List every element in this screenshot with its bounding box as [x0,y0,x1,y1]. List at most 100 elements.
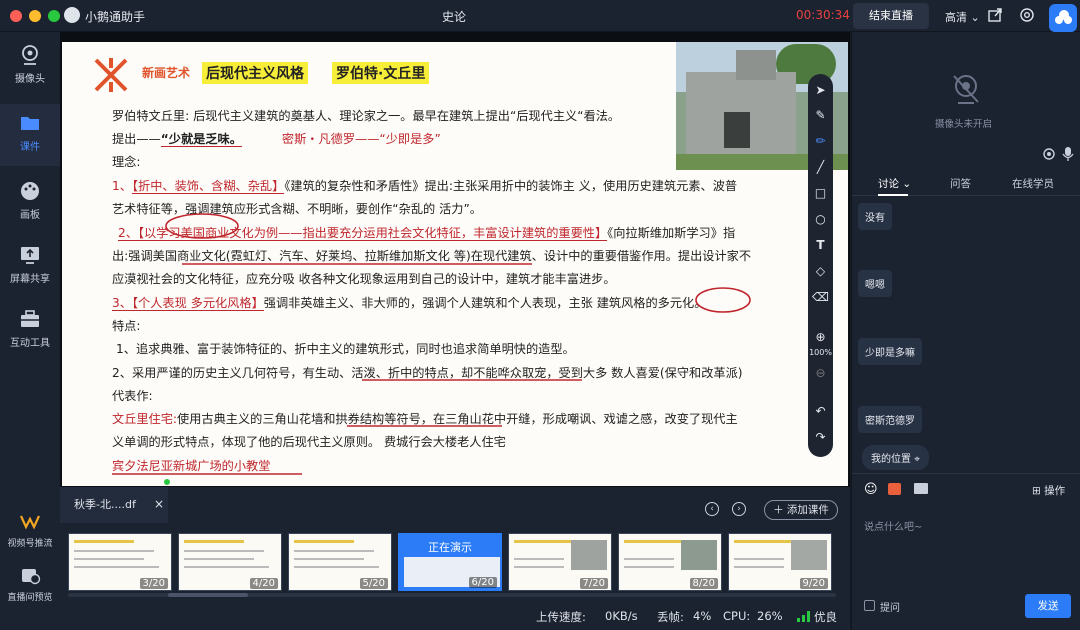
add-courseware-button[interactable]: ＋ 添加课件 [764,500,838,520]
delete-tool-icon[interactable]: ⌫ [808,290,833,304]
chevron-down-icon: ⌄ [970,11,980,24]
text-tool-icon[interactable]: T [808,238,833,252]
rail-courseware[interactable]: 课件 [0,104,60,166]
tab-online-students[interactable]: 在线学员 [1012,176,1054,191]
status-bar: 上传速度: 0KB/s 丢帧: 4% CPU: 26% 优良 [60,601,850,630]
rail-screen-share[interactable]: 屏幕共享 [0,236,60,298]
left-rail: 摄像头 课件 画板 屏幕共享 互动工具 视频号推流 直播间预览 [0,32,60,630]
page-number: 9/20 [799,578,828,589]
quality-select[interactable]: 高清 ⌄ [945,9,980,25]
add-courseware-label: 添加课件 [786,504,829,516]
zoom-in-icon[interactable]: ⊕ [808,330,833,344]
preview-icon [22,569,41,585]
location-pin-icon: ⌖ [914,454,920,465]
folder-icon[interactable] [914,483,928,494]
presentation-stage: 新画艺术 后现代主义风格 罗伯特·文丘里 罗伯特文丘里: 后现代主义建筑的奠基人… [60,32,850,487]
close-window-button[interactable] [10,10,22,22]
cloud-app-icon[interactable] [1049,4,1077,32]
page-number: 7/20 [579,578,608,589]
panel-tabs: 讨论 ⌄ 问答 在线学员 [852,168,1080,196]
drawing-toolbar: ➤ ✎ ✏ ╱ □ ○ T ◇ ⌫ ⊕ 100% ⊖ ↶ ↷ [808,74,833,457]
signal-icon [797,611,810,622]
settings-icon[interactable] [1019,7,1035,23]
page-number: 4/20 [249,578,278,589]
eraser-tool-icon[interactable]: ◇ [808,264,833,278]
rectangle-tool-icon[interactable]: □ [808,186,833,200]
camera-icon [22,45,38,65]
voice-settings-icon[interactable] [1042,147,1056,161]
ask-label: 提问 [880,603,900,614]
rail-interactive-tools[interactable]: 互动工具 [0,300,60,362]
rail-live-preview-label: 直播间预览 [7,593,53,603]
title-bar: 小鹅通助手 史论 00:30:34 结束直播 高清 ⌄ [0,0,1080,32]
minimize-window-button[interactable] [29,10,41,22]
right-panel: 摄像头未开启 讨论 ⌄ 问答 在线学员 没有 嗯嗯 少即是多嘛 密斯范德罗 我的… [851,32,1080,630]
frame-loss-value: 4% [693,609,712,623]
folder-icon [21,117,39,130]
rail-whiteboard-label: 画板 [20,210,40,221]
thumb-scrollbar-handle[interactable] [168,593,248,597]
screen-share-icon [21,247,39,264]
page-thumbnail[interactable]: 7/20 [508,533,612,591]
camera-preview: 摄像头未开启 [852,32,1080,164]
rail-whiteboard[interactable]: 画板 [0,172,60,234]
pointer-tool-icon[interactable]: ➤ [808,83,833,97]
grid-icon: ⊞ [1032,485,1041,497]
page-thumbnail[interactable]: 8/20 [618,533,722,591]
page-thumbnail[interactable]: 3/20 [68,533,172,591]
gift-icon[interactable] [888,483,901,495]
share-icon[interactable] [987,7,1003,23]
page-number: 6/20 [468,577,497,588]
maximize-window-button[interactable] [48,10,60,22]
chat-message: 嗯嗯 [858,270,892,297]
active-tab-indicator [878,194,908,196]
microphone-icon[interactable] [1062,146,1074,162]
tab-discussion[interactable]: 讨论 ⌄ [878,176,911,191]
prev-page-icon[interactable]: ‹ [705,502,719,516]
courseware-strip: 秋季-北....df × ‹ › ＋ 添加课件 3/20 4/20 5/20 正… [60,479,850,601]
rail-live-preview[interactable]: 直播间预览 [0,556,60,616]
close-tab-icon[interactable]: × [154,497,164,511]
next-page-icon[interactable]: › [732,502,746,516]
end-live-button[interactable]: 结束直播 [853,3,929,29]
rail-screen-share-label: 屏幕共享 [10,274,50,285]
my-location-label: 我的位置 [871,454,911,465]
quality-select-label: 高清 [945,11,967,24]
pen-tool-icon[interactable]: ✏ [808,134,833,148]
thumb-scrollbar[interactable] [68,593,836,597]
presenting-label: 正在演示 [428,541,472,554]
zoom-out-icon[interactable]: ⊖ [808,366,833,380]
file-tab[interactable]: 秋季-北....df [60,479,170,523]
chat-message: 密斯范德罗 [858,406,922,433]
ink-annotations [112,213,751,475]
upload-label: 上传速度: [536,610,586,624]
my-location-button[interactable]: 我的位置 ⌖ [862,445,929,470]
page-number: 3/20 [139,578,168,589]
window-title: 史论 [442,10,467,24]
chat-input[interactable]: 说点什么吧~ [864,518,922,533]
operate-button[interactable]: ⊞ 操作 [1032,483,1065,498]
page-thumbnail-current[interactable]: 正在演示 6/20 [398,533,502,591]
ask-checkbox[interactable] [864,600,875,611]
circle-tool-icon[interactable]: ○ [808,212,833,226]
page-thumbnail[interactable]: 4/20 [178,533,282,591]
app-name: 小鹅通助手 [85,10,146,24]
frame-loss-label: 丢帧: [657,610,684,624]
send-button[interactable]: 发送 [1025,594,1071,618]
undo-icon[interactable]: ↶ [808,404,833,418]
emoji-icon[interactable]: ☺ [864,482,878,497]
page-thumbnail[interactable]: 5/20 [288,533,392,591]
network-quality: 优良 [814,610,837,624]
line-tool-icon[interactable]: ╱ [808,160,833,174]
zoom-level: 100% [809,348,832,357]
laser-pen-icon[interactable]: ✎ [808,108,833,122]
tab-qa[interactable]: 问答 [950,176,971,191]
rail-video-push[interactable]: 视频号推流 [0,502,60,562]
redo-icon[interactable]: ↷ [808,430,833,444]
page-thumbnail[interactable]: 9/20 [728,533,832,591]
chat-message: 没有 [858,203,892,230]
rail-camera[interactable]: 摄像头 [0,36,60,98]
video-channel-icon [19,515,41,530]
slide: 新画艺术 后现代主义风格 罗伯特·文丘里 罗伯特文丘里: 后现代主义建筑的奠基人… [62,42,848,486]
chat-message: 少即是多嘛 [858,338,922,365]
